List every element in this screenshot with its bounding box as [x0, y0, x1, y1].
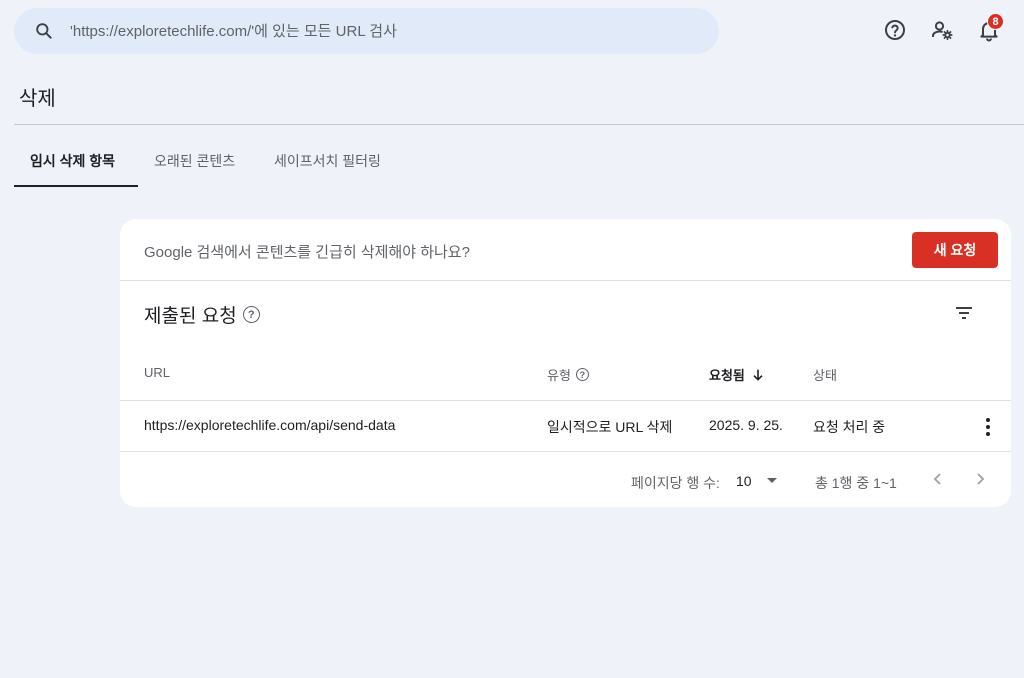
- request-date-cell: 2025. 9. 25.: [709, 417, 783, 433]
- column-header-requested-label: 요청됨: [709, 368, 745, 383]
- help-icon[interactable]: ?: [575, 368, 589, 381]
- next-page-icon[interactable]: [968, 467, 992, 491]
- rows-per-page-select[interactable]: 10: [736, 468, 782, 494]
- removals-card: Google 검색에서 콘텐츠를 긴급히 삭제해야 하나요? 새 요청 제출된 …: [120, 219, 1011, 507]
- urgent-removal-question: Google 검색에서 콘텐츠를 긴급히 삭제해야 하나요?: [144, 244, 470, 261]
- column-header-requested[interactable]: 요청됨: [709, 365, 766, 384]
- pagination-range: 총 1행 중 1~1: [815, 475, 897, 491]
- manage-users-icon[interactable]: [930, 18, 954, 42]
- request-url-cell: https://exploretechlife.com/api/send-dat…: [144, 417, 396, 433]
- previous-page-icon[interactable]: [926, 467, 950, 491]
- request-type-cell: 일시적으로 URL 삭제: [547, 419, 673, 435]
- request-status-cell: 요청 처리 중: [813, 419, 886, 435]
- submitted-requests-heading: 제출된 요청 ?: [144, 301, 260, 328]
- help-icon[interactable]: ?: [242, 306, 260, 323]
- tab-temporary-removals[interactable]: 임시 삭제 항목: [14, 135, 138, 187]
- tab-bar: 임시 삭제 항목 오래된 콘텐츠 세이프서치 필터링: [14, 135, 430, 187]
- search-bar[interactable]: [14, 8, 719, 54]
- submitted-requests-title: 제출된 요청: [144, 306, 237, 327]
- column-header-status[interactable]: 상태: [813, 365, 837, 384]
- table-divider: [120, 451, 1011, 452]
- column-header-url[interactable]: URL: [144, 365, 170, 380]
- notification-count-badge: 8: [987, 13, 1004, 30]
- new-request-button[interactable]: 새 요청: [912, 232, 998, 268]
- tab-outdated-content[interactable]: 오래된 콘텐츠: [138, 135, 260, 187]
- page-title: 삭제: [19, 88, 56, 110]
- search-input[interactable]: [70, 8, 700, 54]
- more-options-icon[interactable]: [978, 416, 998, 438]
- search-icon: [36, 23, 52, 39]
- rows-per-page-label: 페이지당 행 수:: [631, 475, 720, 491]
- rows-per-page-value: 10: [736, 473, 752, 489]
- column-header-type-label: 유형: [547, 368, 571, 383]
- tab-safesearch-filtering[interactable]: 세이프서치 필터링: [260, 135, 430, 187]
- header-divider: [14, 124, 1024, 125]
- column-header-type[interactable]: 유형 ?: [547, 365, 589, 384]
- table-divider: [120, 400, 1011, 401]
- urgent-removal-banner: Google 검색에서 콘텐츠를 긴급히 삭제해야 하나요? 새 요청: [120, 219, 1011, 281]
- dropdown-arrow-icon: [767, 478, 777, 483]
- filter-icon[interactable]: [952, 301, 976, 325]
- help-icon[interactable]: [883, 18, 907, 42]
- arrow-down-sort-icon: [753, 369, 763, 381]
